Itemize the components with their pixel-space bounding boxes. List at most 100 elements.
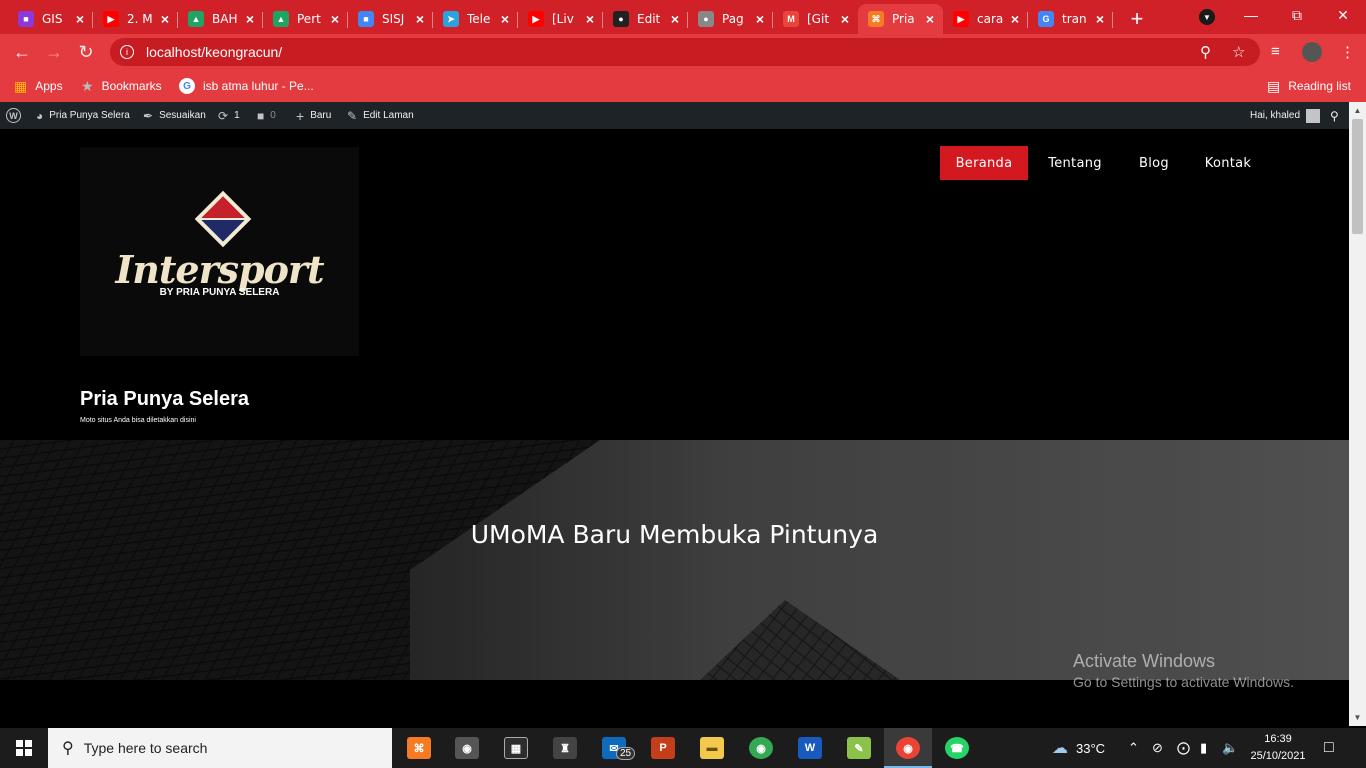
battery-icon[interactable]: ▮ [1200,728,1207,768]
site-info-icon[interactable]: i [120,45,134,59]
weather-widget[interactable]: ☁ 33°C [1052,728,1105,768]
activate-windows-watermark: Activate Windows Go to Settings to activ… [1073,651,1294,690]
browser-tab[interactable]: ▲ BAH × [178,4,263,34]
tab-close-icon[interactable]: × [1093,11,1107,27]
new-tab-button[interactable]: + [1119,4,1155,34]
profile-avatar[interactable] [1302,42,1322,62]
scroll-thumb[interactable] [1352,119,1363,234]
whatsapp-icon: ☎ [945,737,969,759]
tab-close-icon[interactable]: × [498,11,512,27]
zoom-icon[interactable]: ⚲ [1200,43,1211,61]
browser-tab[interactable]: ⌘ Pria × [858,4,943,34]
tab-favicon-icon: ▶ [528,11,544,27]
notepad-icon: ✎ [847,737,871,759]
volume-icon[interactable]: 🔈 [1222,728,1238,768]
browser-tab[interactable]: ▶ [Liv × [518,4,603,34]
bookmark-isb[interactable]: G isb atma luhur - Pe... [179,77,314,95]
wp-site-name[interactable]: ◕ Pria Punya Selera [36,102,130,129]
tab-close-icon[interactable]: × [158,11,172,27]
tab-title: tran [1062,12,1087,26]
notifications-icon[interactable]: □ [1324,728,1334,768]
tab-favicon-icon: ▶ [103,11,119,27]
taskbar-word[interactable]: W [786,728,834,768]
minimize-icon[interactable]: — [1228,0,1274,30]
wp-site-name-label: Pria Punya Selera [49,110,130,121]
taskbar-clock[interactable]: 16:39 25/10/2021 [1238,731,1318,765]
wp-search-icon[interactable]: ⚲ [1330,102,1339,129]
wp-new[interactable]: + Baru [296,102,331,129]
tab-close-icon[interactable]: × [328,11,342,27]
network-off-icon[interactable]: ⊘ [1152,728,1163,768]
taskbar-store[interactable]: ▦ [492,728,540,768]
browser-tab[interactable]: Gtran × [1028,4,1113,34]
site-title[interactable]: Pria Punya Selera [80,388,249,411]
scroll-down-icon[interactable]: ▼ [1349,709,1366,726]
dashboard-icon: ◕ [36,108,44,123]
browser-tab[interactable]: ■ SISJ × [348,4,433,34]
menu-blog[interactable]: Blog [1125,146,1183,180]
bookmark-bookmarks[interactable]: ★ Bookmarks [81,77,162,95]
tab-close-icon[interactable]: × [838,11,852,27]
store-icon: ▦ [504,737,528,759]
browser-tab[interactable]: ▲ Pert × [263,4,348,34]
browser-tab[interactable]: ▶ cara × [943,4,1028,34]
taskbar-chrome[interactable]: ◉ [884,728,932,768]
wp-customize[interactable]: ✒ Sesuaikan [143,102,206,129]
wp-updates[interactable]: ⟳ 1 [218,102,240,129]
taskbar-search[interactable]: ⚲ Type here to search [48,728,392,768]
taskbar-game[interactable]: ♜ [541,728,589,768]
taskbar-powerpoint[interactable]: P [639,728,687,768]
scroll-up-icon[interactable]: ▲ [1349,102,1366,119]
address-bar[interactable]: i localhost/keongracun/ [110,38,1260,66]
restore-icon[interactable]: ⧉ [1274,0,1320,30]
tab-close-icon[interactable]: × [73,11,87,27]
tab-close-icon[interactable]: × [413,11,427,27]
tab-search-icon[interactable]: ▼ [1199,9,1215,25]
powerpoint-icon: P [651,737,675,759]
bookmark-star-icon[interactable]: ☆ [1232,43,1245,61]
browser-tab[interactable]: M [Git × [773,4,858,34]
close-window-icon[interactable]: ✕ [1320,0,1366,30]
browser-tab[interactable]: ➤ Tele × [433,4,518,34]
tab-close-icon[interactable]: × [583,11,597,27]
taskbar-camera[interactable]: ◉ [443,728,491,768]
taskbar-chrome-alt[interactable]: ◉ [737,728,785,768]
start-button[interactable] [0,728,48,768]
tab-close-icon[interactable]: × [923,11,937,27]
browser-tab[interactable]: ● Edit × [603,4,688,34]
wp-comments[interactable]: ■ 0 [257,102,276,129]
taskbar-mail[interactable]: ✉ 25 [590,728,638,768]
taskbar-notepadpp[interactable]: ✎ [835,728,883,768]
taskbar-whatsapp[interactable]: ☎ [933,728,981,768]
browser-tab[interactable]: ■ GIS × [8,4,93,34]
back-icon[interactable]: ← [12,42,32,62]
tab-close-icon[interactable]: × [668,11,682,27]
menu-beranda[interactable]: Beranda [940,146,1028,180]
taskbar-explorer[interactable]: ▬ [688,728,736,768]
forward-icon[interactable]: → [44,42,64,62]
taskbar-xampp[interactable]: ⌘ [395,728,443,768]
tray-overflow-icon[interactable]: ⌃ [1128,728,1139,768]
reading-list-button[interactable]: ▤ Reading list [1267,77,1351,95]
menu-tentang[interactable]: Tentang [1035,146,1115,180]
tab-close-icon[interactable]: × [753,11,767,27]
bookmark-apps[interactable]: ▦ Apps [14,77,63,95]
wifi-icon[interactable]: ⨀ [1177,728,1190,768]
page-scrollbar[interactable]: ▲ ▼ [1349,102,1366,726]
chrome-menu-icon[interactable]: ⋮ [1340,43,1355,61]
wordpress-logo-icon[interactable]: W [6,102,21,129]
reload-icon[interactable]: ↻ [76,42,96,62]
user-avatar [1306,108,1321,123]
tab-strip: ■ GIS × ▶ 2. M × ▲ BAH × ▲ Pert × ■ SISJ × ➤ Tele × ▶ [Liv ×… [0,0,1366,34]
camera-icon: ◉ [455,737,479,759]
wp-account[interactable]: Hai, khaled [1250,102,1321,129]
browser-tab[interactable]: ● Pag × [688,4,773,34]
tab-close-icon[interactable]: × [243,11,257,27]
media-control-icon[interactable]: ≡ [1271,43,1280,60]
site-logo[interactable]: Intersport BY PRIA PUNYA SELERA [80,147,359,356]
folder-icon: ▬ [700,737,724,759]
browser-tab[interactable]: ▶ 2. M × [93,4,178,34]
tab-close-icon[interactable]: × [1008,11,1022,27]
menu-kontak[interactable]: Kontak [1192,146,1264,180]
wp-edit-page[interactable]: ✎ Edit Laman [347,102,414,129]
